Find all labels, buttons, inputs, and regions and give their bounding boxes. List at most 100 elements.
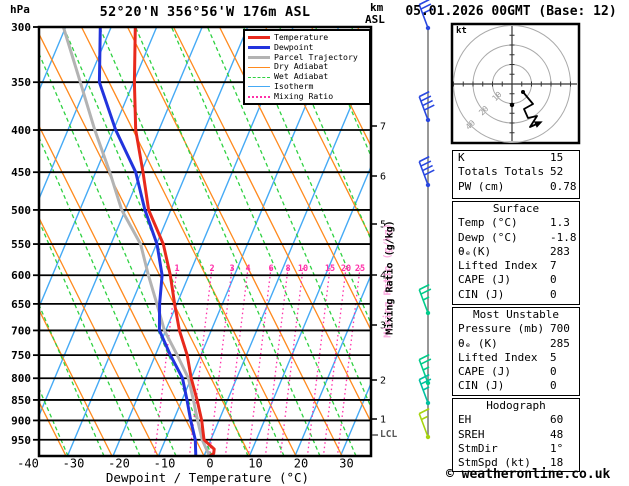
indices-row-value: 52 <box>550 165 564 179</box>
indices-row: SREH 48 <box>453 428 579 442</box>
hodograph-trace-start-dot <box>521 90 525 94</box>
wind-barb-base-dot <box>425 117 431 123</box>
pressure-tick-label: 300 <box>11 21 31 34</box>
indices-box: Hodograph EH 60 SREH 48 StmDir 1° StmSpd (kt) 18 <box>452 398 580 472</box>
indices-row-label: SREH <box>458 427 485 441</box>
indices-row-label: CAPE (J) <box>458 273 511 287</box>
indices-box-title: Hodograph <box>486 399 546 412</box>
wind-barb-feather <box>420 288 432 295</box>
indices-row-label: CAPE (J) <box>458 365 511 379</box>
indices-row-value: -1.8 <box>550 230 577 244</box>
mixing-ratio-value-label: 6 <box>268 264 273 274</box>
pressure-axis-unit: hPa <box>10 3 30 16</box>
pressure-tick-label: 950 <box>11 434 31 447</box>
pressure-tick-label: 350 <box>11 76 31 89</box>
km-tick-label: 6 <box>380 172 386 183</box>
mixing-ratio-axis-label: Mixing Ratio (g/kg) <box>384 220 396 335</box>
temperature-tick-label: 10 <box>248 457 262 471</box>
wind-barb-base-dot <box>425 310 431 316</box>
pressure-tick-label: 400 <box>11 124 31 137</box>
indices-row: Pressure (mb) 700 <box>453 322 579 336</box>
indices-row: K 15 <box>453 151 579 165</box>
dry-adiabat-line <box>39 32 251 456</box>
indices-row-value: 1° <box>550 441 564 455</box>
mixing-ratio-value-label: 20 <box>341 264 351 274</box>
indices-row-value: 1.3 <box>550 216 570 230</box>
legend-line-sample <box>248 55 270 59</box>
indices-row-label: Lifted Index <box>458 259 538 273</box>
indices-row-value: 700 <box>550 322 570 336</box>
indices-row: Totals Totals 52 <box>453 165 579 179</box>
temperature-tick-label: -30 <box>63 457 85 471</box>
storm-motion-dot <box>509 102 515 108</box>
wind-barb <box>418 283 432 316</box>
mixing-ratio-line <box>279 268 304 456</box>
pressure-tick-label: 800 <box>11 372 31 385</box>
indices-row: Lifted Index 7 <box>453 259 579 273</box>
indices-row-label: EH <box>458 413 472 427</box>
pressure-tick-label: 900 <box>11 414 31 427</box>
legend-item-label: Mixing Ratio <box>274 90 334 101</box>
mixing-ratio-value-label: 15 <box>325 264 335 274</box>
indices-row-value: 0 <box>550 365 557 379</box>
legend-line-sample <box>248 95 270 98</box>
pressure-tick-label: 600 <box>11 269 31 282</box>
temperature-tick-labels: -40 -30 -20 -10 0 10 20 30 <box>17 457 354 471</box>
indices-row-value: 283 <box>550 244 570 258</box>
wind-barb-feather <box>420 95 432 102</box>
wind-barb-column <box>418 0 435 440</box>
pressure-tick-label: 850 <box>11 394 31 407</box>
dry-adiabat-line <box>39 400 67 456</box>
mixing-ratio-value-label: 10 <box>298 264 308 274</box>
wind-barb-base-dot <box>425 400 431 406</box>
indices-box-title: Most Unstable <box>472 308 560 321</box>
indices-row-value: 0 <box>550 379 557 393</box>
temperature-tick-label: -10 <box>154 457 176 471</box>
wind-barb-feather <box>420 160 432 167</box>
wind-barb-half-feather <box>421 415 428 421</box>
indices-row-value: 7 <box>550 259 557 273</box>
legend: Temperature Dewpoint Parcel Trajectory Dry … <box>243 29 371 105</box>
legend-line-sample <box>248 66 270 68</box>
credit-text: © weatheronline.co.uk <box>446 467 611 482</box>
indices-row-label: Pressure (mb) <box>458 322 545 336</box>
indices-row-label: Dewp (°C) <box>458 230 518 244</box>
indices-row: CAPE (J) 0 <box>453 365 579 379</box>
indices-row-value: 15 <box>550 151 564 164</box>
indices-row-label: Temp (°C) <box>458 216 518 230</box>
indices-row-label: θₑ (K) <box>458 336 498 350</box>
legend-line-sample <box>248 46 270 50</box>
temperature-tick-label: 30 <box>339 457 353 471</box>
indices-row-label: K <box>458 151 465 164</box>
indices-row: PW (cm) 0.78 <box>453 180 579 194</box>
wind-barb <box>418 155 435 188</box>
indices-row: θₑ(K) 283 <box>453 245 579 259</box>
indices-row-label: PW (cm) <box>458 179 505 193</box>
wind-barb-base-dot <box>425 182 431 188</box>
indices-row-value: 285 <box>550 336 570 350</box>
temperature-tick-label: 0 <box>206 457 213 471</box>
pressure-tick-label: 550 <box>11 238 31 251</box>
mixing-ratio-value-label: 8 <box>285 264 290 274</box>
pressure-tick-labels: 300 350 400 450 500 550 600 650 700 750 800 850 900 9… <box>11 21 31 447</box>
indices-box-title: Surface <box>492 202 540 215</box>
mixing-ratio-line <box>247 268 272 456</box>
temperature-tick-label: -40 <box>17 457 39 471</box>
mixing-ratio-value-label: 3 <box>229 264 234 274</box>
mixing-ratio-value-label: 4 <box>245 264 250 274</box>
indices-row: StmDir 1° <box>453 442 579 456</box>
legend-line-sample <box>248 76 270 78</box>
indices-row: θₑ (K) 285 <box>453 337 579 351</box>
km-tick-label: 2 <box>380 376 386 387</box>
indices-box: Most Unstable Pressure (mb) 700 θₑ (K) 285 Li… <box>452 307 580 396</box>
km-tick-label: 7 <box>380 122 386 133</box>
indices-box: K 15 Totals Totals 52 PW (cm) 0.78 <box>452 150 580 199</box>
indices-row-label: Lifted Index <box>458 350 538 364</box>
isotherm-line <box>39 27 67 93</box>
skewt-chart-page: 300 350 400 450 500 550 600 650 700 750 800 850 900 9… <box>0 0 629 486</box>
indices-row-label: CIN (J) <box>458 379 505 393</box>
valid-time-title: 05.01.2026 00GMT (Base: 12) <box>405 4 617 19</box>
x-axis-title: Dewpoint / Temperature (°C) <box>105 470 310 485</box>
indices-row-value: 0.78 <box>550 179 577 193</box>
parcel-trajectory-curve <box>61 27 211 456</box>
